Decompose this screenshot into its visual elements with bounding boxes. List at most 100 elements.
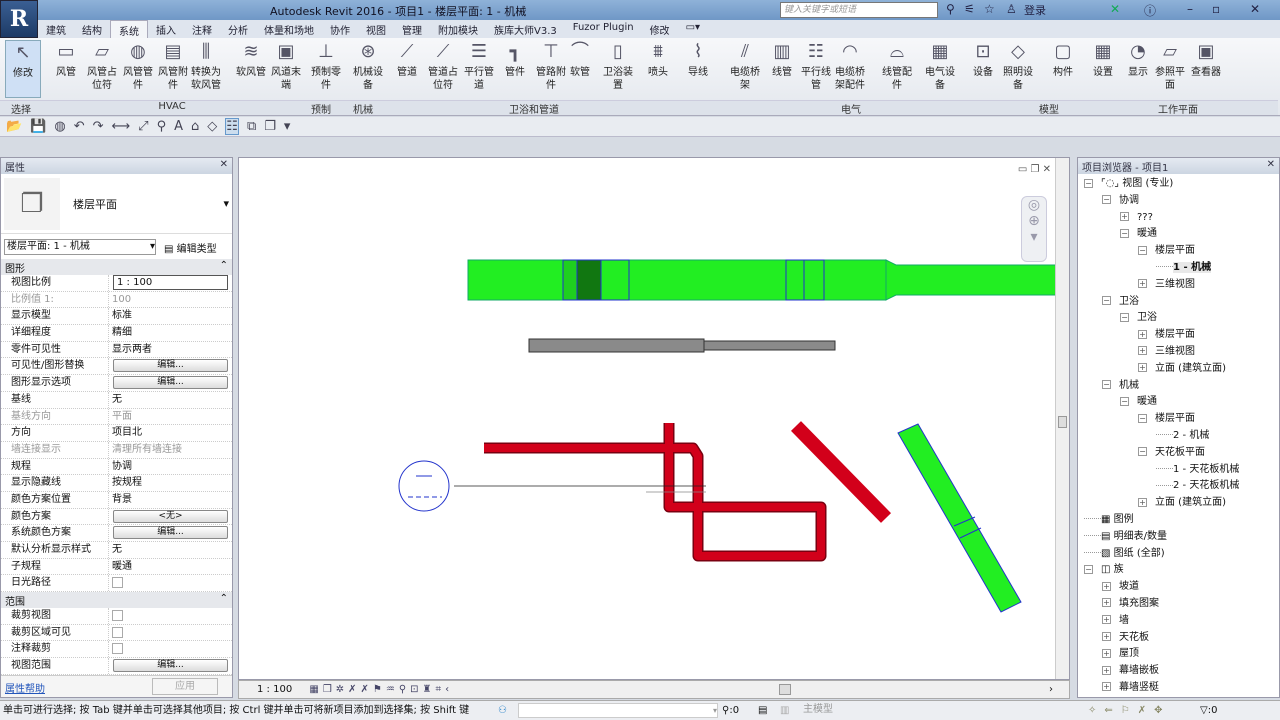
browser-item[interactable]: − 卫浴: [1084, 294, 1279, 311]
property-value[interactable]: 无: [112, 544, 122, 555]
collapse-icon[interactable]: −: [1138, 245, 1147, 255]
horizontal-scrollbar[interactable]: [779, 684, 791, 695]
property-value[interactable]: 100: [112, 294, 131, 305]
browser-item[interactable]: − 暖通: [1084, 226, 1279, 243]
collapse-icon[interactable]: −: [1120, 312, 1129, 322]
collapse-icon[interactable]: −: [1102, 380, 1111, 390]
view-control-icons[interactable]: ▦❒✲✗✗⚑♒⚲⊡♜⌗‹: [309, 684, 453, 695]
duct-fitting[interactable]: [600, 259, 630, 301]
ribbon-button-20[interactable]: ▥ 线管: [764, 40, 800, 79]
close-hidden-icon[interactable]: ⧉: [247, 119, 256, 134]
ribbon-button-0[interactable]: ↖ 修改: [5, 40, 41, 98]
expand-icon[interactable]: +: [1138, 279, 1147, 289]
worksharing-icon[interactable]: ⚇: [498, 701, 507, 720]
edit-type-button[interactable]: ▤ 编辑类型: [164, 240, 217, 255]
workset-dropdown[interactable]: ▾: [518, 703, 718, 718]
browser-item[interactable]: + 幕墙嵌板: [1084, 663, 1279, 680]
filter-icon[interactable]: ▽:0: [1200, 701, 1217, 720]
duct-fitting[interactable]: [803, 259, 825, 301]
ribbon-button-8[interactable]: ⊥ 预制零件: [308, 40, 344, 92]
ribbon-button-31[interactable]: ▣ 查看器: [1188, 40, 1224, 79]
undo-icon[interactable]: ↶: [74, 119, 85, 134]
close-icon[interactable]: ✕: [1267, 159, 1275, 170]
panel-label-1[interactable]: HVAC: [42, 100, 302, 115]
ribbon-button-9[interactable]: ⊛ 机械设备: [350, 40, 386, 92]
edit-button[interactable]: 编辑...: [113, 526, 228, 540]
tab-12[interactable]: Fuzor Plugin: [565, 20, 642, 38]
switch-windows-icon[interactable]: ❐: [264, 119, 276, 134]
expand-icon[interactable]: +: [1102, 665, 1111, 675]
expand-icon[interactable]: +: [1120, 212, 1129, 222]
login-link[interactable]: 登录: [1024, 2, 1046, 18]
tab-13[interactable]: 修改: [642, 20, 678, 38]
view-window-controls[interactable]: ▭ ❐ ✕: [1018, 164, 1051, 175]
customize-icon[interactable]: ▾: [284, 119, 291, 134]
collapse-icon[interactable]: −: [1138, 413, 1147, 423]
drawing-canvas[interactable]: ▭ ❐ ✕ ◎ ⊕ ▾: [238, 157, 1070, 680]
browser-item[interactable]: − 协调: [1084, 193, 1279, 210]
ribbon-button-2[interactable]: ▱ 风管占位符: [84, 40, 120, 92]
exchange-icon[interactable]: ✕: [1110, 2, 1120, 16]
browser-item[interactable]: + 三维视图: [1084, 344, 1279, 361]
tab-2[interactable]: 系统: [110, 20, 148, 38]
panel-label-2[interactable]: 预制: [302, 100, 340, 116]
browser-item[interactable]: ▦ 图例: [1084, 512, 1279, 529]
browser-item[interactable]: − 暖通: [1084, 394, 1279, 411]
collapse-icon[interactable]: −: [1102, 195, 1111, 205]
application-menu-button[interactable]: R: [0, 0, 38, 38]
edit-button[interactable]: 编辑...: [113, 659, 228, 673]
browser-item[interactable]: − 天花板平面: [1084, 445, 1279, 462]
ribbon-button-30[interactable]: ▱ 参照平面: [1152, 40, 1188, 92]
ribbon-button-26[interactable]: ◇ 照明设备: [1000, 40, 1036, 92]
expand-icon[interactable]: +: [1102, 632, 1111, 642]
property-value[interactable]: 项目北: [112, 427, 142, 438]
design-options-icon[interactable]: ▤: [758, 701, 767, 720]
dimension-icon[interactable]: ⤢: [138, 119, 148, 134]
ribbon-button-28[interactable]: ▦ 设置: [1085, 40, 1121, 79]
panel-label-0[interactable]: 选择: [0, 100, 42, 116]
ribbon-button-25[interactable]: ⊡ 设备: [965, 40, 1001, 79]
panel-label-5[interactable]: 电气: [682, 100, 1020, 116]
star-icon[interactable]: ☆: [984, 2, 995, 16]
browser-item[interactable]: + 坡道: [1084, 579, 1279, 596]
design-option-selector[interactable]: 主模型: [803, 703, 923, 718]
open-icon[interactable]: 📂: [6, 119, 22, 134]
green-diagonal-duct[interactable]: [897, 423, 1022, 613]
vertical-scrollbar[interactable]: [1055, 158, 1069, 679]
view-scale[interactable]: 1 : 100: [257, 684, 292, 695]
properties-help-link[interactable]: 属性帮助: [5, 680, 45, 695]
duct-fitting[interactable]: [576, 259, 602, 301]
property-value[interactable]: 清理所有墙连接: [112, 444, 182, 455]
browser-item[interactable]: − ◫ 族: [1084, 562, 1279, 579]
edit-button[interactable]: 编辑...: [113, 359, 228, 373]
ribbon-button-4[interactable]: ▤ 风管附件: [155, 40, 191, 92]
minimize-ribbon-button[interactable]: ▭▾: [678, 20, 708, 38]
green-duct[interactable]: [467, 259, 1057, 301]
tab-8[interactable]: 视图: [358, 20, 394, 38]
browser-item[interactable]: − ⌜◌⌟ 视图 (专业): [1084, 176, 1279, 193]
panel-label-3[interactable]: 机械: [340, 100, 386, 116]
tab-6[interactable]: 体量和场地: [256, 20, 322, 38]
browser-item[interactable]: + 墙: [1084, 613, 1279, 630]
ribbon-button-6[interactable]: ≋ 软风管: [233, 40, 269, 79]
ribbon-button-3[interactable]: ◍ 风管管件: [120, 40, 156, 92]
text-icon[interactable]: A: [174, 119, 183, 134]
close-button[interactable]: ✕: [1250, 2, 1260, 16]
ribbon-button-17[interactable]: ⩩ 喷头: [640, 40, 676, 79]
gray-pipe[interactable]: [528, 338, 836, 353]
browser-item[interactable]: − 机械: [1084, 378, 1279, 395]
section-range[interactable]: 范围 ⌃: [1, 592, 232, 609]
property-value[interactable]: 标准: [112, 310, 132, 321]
satellite-icon[interactable]: ⚟: [964, 2, 975, 16]
expand-icon[interactable]: +: [1138, 363, 1147, 373]
panel-label-7[interactable]: 工作平面: [1078, 100, 1278, 116]
duct-fitting[interactable]: [562, 259, 578, 301]
ribbon-button-15[interactable]: ⌒ 软管: [562, 40, 598, 79]
browser-item[interactable]: ▧ 图纸 (全部): [1084, 546, 1279, 563]
ribbon-button-22[interactable]: ◠ 电缆桥架配件: [832, 40, 868, 92]
editing-requests[interactable]: ⚲:0: [722, 701, 739, 720]
user-icon[interactable]: ♙: [1006, 2, 1017, 16]
ribbon-button-29[interactable]: ◔ 显示: [1120, 40, 1156, 79]
ribbon-button-11[interactable]: ⟋ 管道占位符: [425, 40, 461, 92]
red-pipe[interactable]: [484, 423, 827, 562]
